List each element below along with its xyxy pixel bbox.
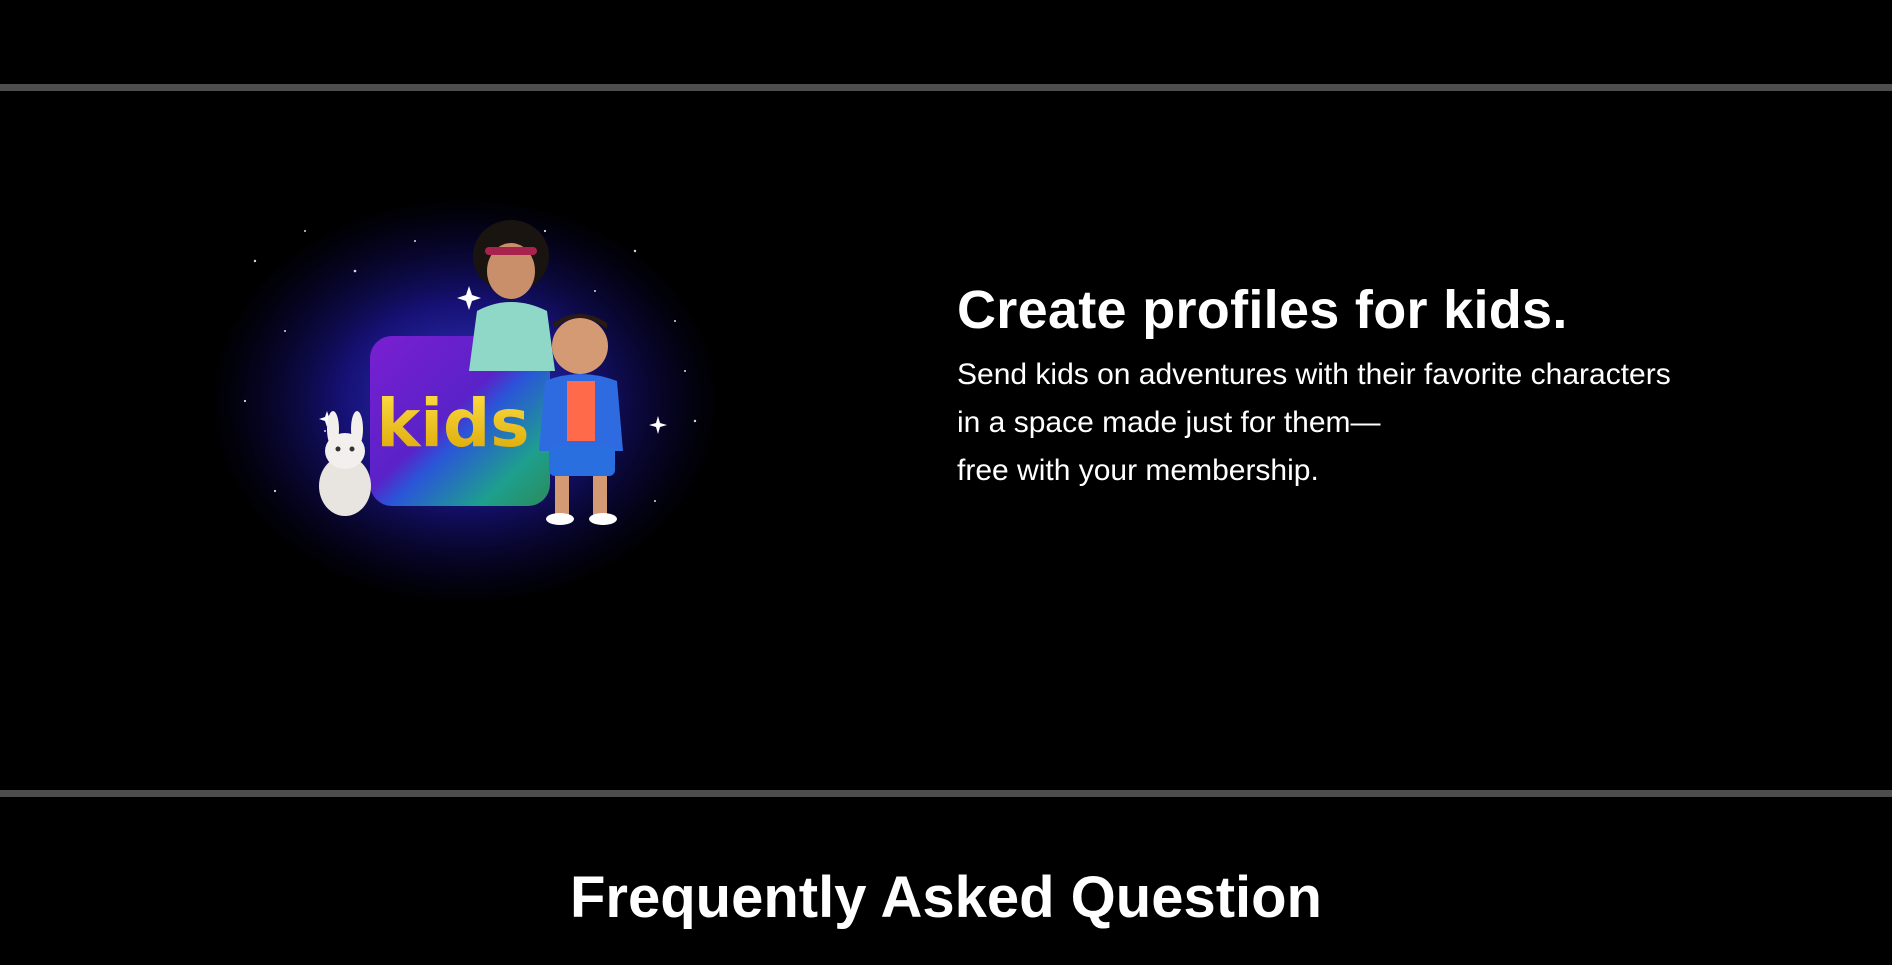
section-divider-top [0, 84, 1892, 91]
kids-profile-text: Create profiles for kids. Send kids on a… [957, 279, 1757, 495]
kids-profile-description: Send kids on adventures with their favor… [957, 351, 1757, 495]
kids-illustration-svg: kids [215, 201, 715, 601]
faq-section: Frequently Asked Question [0, 797, 1892, 965]
description-line: free with your membership. [957, 454, 1319, 487]
kids-profile-section: kids Create profiles for kids. Send kids… [0, 91, 1892, 790]
kids-badge-text: kids [376, 385, 529, 462]
kids-profile-headline: Create profiles for kids. [957, 280, 1568, 340]
faq-title: Frequently Asked Question [570, 865, 1322, 930]
kids-characters-illustration: kids [215, 201, 715, 601]
section-divider-bottom [0, 790, 1892, 797]
description-line: in a space made just for them— [957, 406, 1381, 439]
description-line: Send kids on adventures with their favor… [957, 358, 1671, 391]
